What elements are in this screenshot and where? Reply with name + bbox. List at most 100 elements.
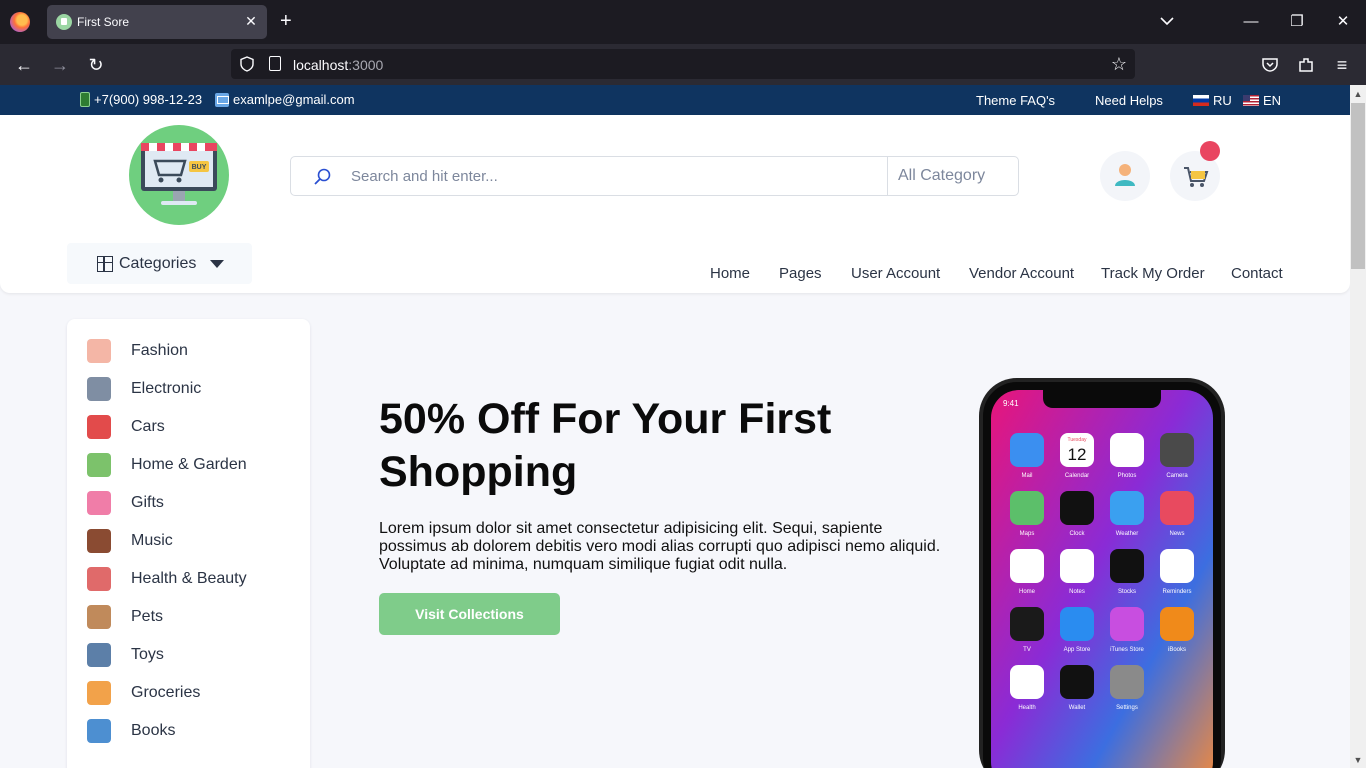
scroll-down-arrow-icon[interactable]: ▼ xyxy=(1350,752,1366,768)
top-info-bar: +7(900) 998-12-23 examlpe@gmail.com Them… xyxy=(0,85,1350,115)
phone-app-icon xyxy=(1110,491,1144,525)
site-header: BUY All Category Categories Home Pages U… xyxy=(0,115,1350,293)
search-icon[interactable] xyxy=(312,167,332,187)
restore-button[interactable]: ❐ xyxy=(1287,12,1307,32)
sidebar-category-item[interactable]: Home & Garden xyxy=(67,446,310,484)
nav-track-order[interactable]: Track My Order xyxy=(1101,265,1205,282)
nav-vendor-account[interactable]: Vendor Account xyxy=(969,265,1074,282)
category-select[interactable]: All Category xyxy=(887,157,1018,195)
pocket-icon[interactable] xyxy=(1261,56,1279,74)
toys-icon xyxy=(87,643,111,667)
iphone-image: 9:41 Mail Calendar Photos Camera Maps Clock We… xyxy=(979,378,1225,768)
sidebar-category-item[interactable]: Music xyxy=(67,522,310,560)
books-icon xyxy=(87,719,111,743)
grid-icon xyxy=(97,255,113,272)
sidebar-category-item[interactable]: Groceries xyxy=(67,674,310,712)
sidebar-category-item[interactable]: Pets xyxy=(67,598,310,636)
scroll-up-arrow-icon[interactable]: ▲ xyxy=(1350,86,1366,102)
phone-app-label: Home xyxy=(1019,589,1036,595)
url-text[interactable]: localhost:3000 xyxy=(293,57,383,73)
fashion-icon xyxy=(87,339,111,363)
sidebar-category-item[interactable]: Books xyxy=(67,712,310,750)
phone-app-label: Weather xyxy=(1116,531,1139,537)
store-logo[interactable]: BUY xyxy=(129,125,229,225)
phone-app-label: Clock xyxy=(1069,531,1085,537)
back-button[interactable]: ← xyxy=(13,54,35,76)
sidebar-category-item[interactable]: Cars xyxy=(67,408,310,446)
firefox-logo-icon[interactable] xyxy=(10,12,30,32)
phone-app-label: Reminders xyxy=(1162,589,1191,595)
categories-dropdown-button[interactable]: Categories xyxy=(67,243,252,284)
language-ru-label: RU xyxy=(1213,93,1232,108)
nav-pages[interactable]: Pages xyxy=(779,265,822,282)
tab-list-chevron-icon[interactable] xyxy=(1160,14,1174,28)
phone-app-label: App Store xyxy=(1064,647,1091,653)
phone-app-label: iBooks xyxy=(1168,647,1186,653)
calendar-day-label: Tuesday xyxy=(1068,437,1087,443)
visit-collections-button[interactable]: Visit Collections xyxy=(379,593,560,635)
sidebar-category-label: Home & Garden xyxy=(131,456,247,473)
phone-app-label: Mail xyxy=(1021,473,1032,479)
url-host: localhost xyxy=(293,57,349,73)
nav-user-account[interactable]: User Account xyxy=(851,265,940,282)
browser-toolbar: ← → ↻ localhost:3000 ☆ ≡ xyxy=(0,44,1366,85)
email-contact[interactable]: examlpe@gmail.com xyxy=(215,92,355,107)
scrollbar-thumb[interactable] xyxy=(1351,103,1365,269)
user-account-button[interactable] xyxy=(1100,151,1150,201)
user-icon xyxy=(1115,164,1135,186)
page-scrollbar[interactable]: ▲ ▼ xyxy=(1350,85,1366,768)
web-page: +7(900) 998-12-23 examlpe@gmail.com Them… xyxy=(0,85,1350,768)
search-input[interactable] xyxy=(351,157,881,195)
help-link[interactable]: Need Helps xyxy=(1095,93,1163,108)
phone-app-label: TV xyxy=(1023,647,1031,653)
sidebar-category-item[interactable]: Electronic xyxy=(67,370,310,408)
tracking-shield-icon[interactable] xyxy=(239,56,255,72)
phone-app-label: Maps xyxy=(1020,531,1035,537)
phone-app-icon xyxy=(1160,549,1194,583)
phone-number: +7(900) 998-12-23 xyxy=(94,92,203,107)
phone-app-icon xyxy=(1110,665,1144,699)
tab-close-icon[interactable]: ✕ xyxy=(243,13,259,29)
sidebar-category-item[interactable]: Health & Beauty xyxy=(67,560,310,598)
faq-link[interactable]: Theme FAQ's xyxy=(976,93,1055,108)
language-en-label: EN xyxy=(1263,93,1282,108)
phone-app-icon xyxy=(1010,607,1044,641)
phone-contact[interactable]: +7(900) 998-12-23 xyxy=(80,92,202,107)
sidebar-category-item[interactable]: Gifts xyxy=(67,484,310,522)
reload-button[interactable]: ↻ xyxy=(85,54,107,76)
caret-down-icon xyxy=(210,259,225,268)
app-menu-icon[interactable]: ≡ xyxy=(1331,54,1353,76)
nav-contact[interactable]: Contact xyxy=(1231,265,1283,282)
email-address: examlpe@gmail.com xyxy=(233,92,355,107)
phone-app-label: Notes xyxy=(1069,589,1085,595)
language-ru[interactable]: RU xyxy=(1193,93,1232,108)
sidebar-category-label: Pets xyxy=(131,608,164,625)
phone-app-icon xyxy=(1160,433,1194,467)
phone-time: 9:41 xyxy=(1003,399,1019,408)
minimize-button[interactable]: — xyxy=(1241,12,1261,32)
car-icon xyxy=(87,415,111,439)
phone-app-icon xyxy=(1060,607,1094,641)
tab-title: First Sore xyxy=(77,15,130,29)
phone-app-label: Stocks xyxy=(1118,589,1136,595)
url-bar[interactable]: localhost:3000 ☆ xyxy=(231,49,1135,79)
search-bar: All Category xyxy=(290,156,1019,196)
forward-button[interactable]: → xyxy=(49,54,71,76)
health-beauty-icon xyxy=(87,567,111,591)
sidebar-category-label: Cars xyxy=(131,418,165,435)
sidebar-category-label: Music xyxy=(131,532,173,549)
language-en[interactable]: EN xyxy=(1243,93,1281,108)
new-tab-button[interactable]: + xyxy=(280,11,292,31)
bookmark-star-icon[interactable]: ☆ xyxy=(1111,54,1127,75)
close-window-button[interactable]: ✕ xyxy=(1333,12,1353,32)
nav-home[interactable]: Home xyxy=(710,265,750,282)
phone-app-label: iTunes Store xyxy=(1110,647,1144,653)
sidebar-category-label: Gifts xyxy=(131,494,164,511)
browser-tab[interactable]: First Sore ✕ xyxy=(47,5,267,39)
music-icon xyxy=(87,529,111,553)
sidebar-category-item[interactable]: Toys xyxy=(67,636,310,674)
sidebar-category-item[interactable]: Fashion xyxy=(67,332,310,370)
phone-app-icon xyxy=(1010,433,1044,467)
page-info-icon[interactable] xyxy=(269,56,281,71)
extensions-icon[interactable] xyxy=(1297,56,1315,74)
